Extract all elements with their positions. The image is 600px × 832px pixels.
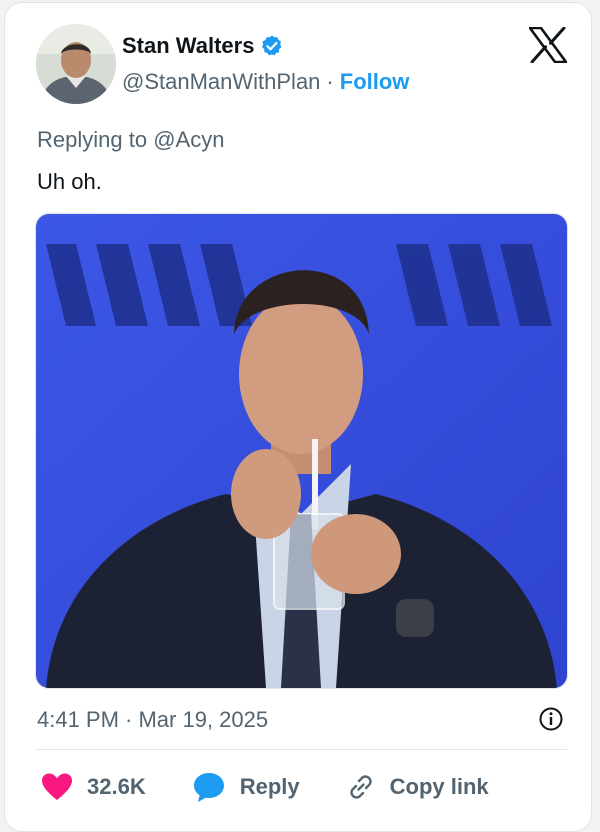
reply-prefix: Replying to [37, 127, 148, 152]
actions-divider [35, 749, 567, 750]
author-name-row: Stan Walters [122, 33, 284, 59]
reply-mention-link[interactable]: @Acyn [153, 127, 224, 152]
author-handle[interactable]: @StanManWithPlan [122, 69, 320, 95]
like-count: 32.6K [87, 774, 146, 799]
tweet-media-image[interactable] [35, 213, 568, 689]
verified-badge-icon [262, 35, 282, 56]
speech-bubble-icon [193, 773, 224, 802]
reply-label: Reply [239, 774, 300, 799]
tweet-card: Stan Walters @StanManWithPlan · Follow R… [4, 2, 592, 832]
author-name[interactable]: Stan Walters [122, 33, 254, 59]
tweet-actions: 32.6K Reply Copy link [41, 769, 489, 805]
tweet-timestamp[interactable]: 4:41 PM · Mar 19, 2025 [37, 707, 268, 733]
copy-link-label: Copy link [389, 774, 489, 799]
copy-link-button[interactable]: Copy link [346, 772, 489, 802]
author-avatar[interactable] [36, 24, 116, 104]
follow-button[interactable]: Follow [340, 69, 410, 95]
heart-icon [42, 773, 72, 800]
replying-to: Replying to @Acyn [37, 127, 224, 153]
x-logo-icon[interactable] [529, 27, 567, 63]
info-icon[interactable] [538, 706, 564, 732]
link-icon [349, 775, 372, 799]
tweet-text: Uh oh. [37, 169, 102, 194]
reply-button[interactable]: Reply [192, 771, 300, 803]
handle-separator: · [326, 69, 334, 94]
author-handle-row: @StanManWithPlan · Follow [122, 69, 409, 95]
like-button[interactable]: 32.6K [41, 772, 146, 802]
